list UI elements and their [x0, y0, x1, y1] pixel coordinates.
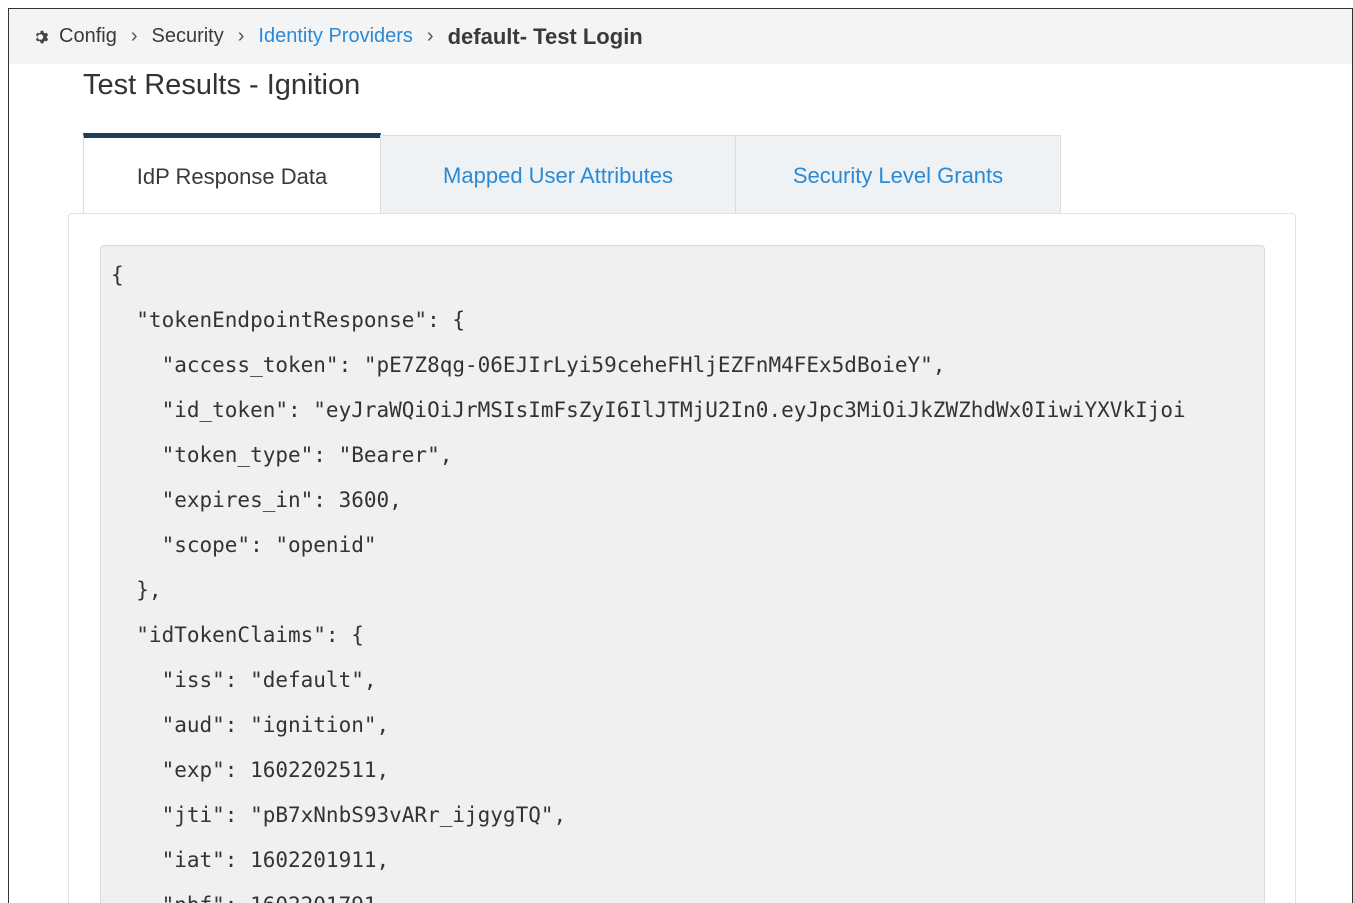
code-line: "scope": "openid": [111, 533, 377, 557]
code-line: "access_token": "pE7Z8qg-06EJIrLyi59cehe…: [111, 353, 946, 377]
code-line: {: [111, 263, 124, 287]
code-line: "aud": "ignition",: [111, 713, 390, 737]
code-line: },: [111, 578, 162, 602]
code-line: "id_token": "eyJraWQiOiJrMSIsImFsZyI6IlJ…: [111, 398, 1186, 422]
tab-mapped-user-attributes[interactable]: Mapped User Attributes: [380, 135, 736, 215]
chevron-right-icon: ›: [426, 25, 434, 47]
page-title: Test Results - Ignition: [83, 69, 361, 101]
gear-icon: [33, 28, 51, 46]
app-frame: Config › Security › Identity Providers ›…: [8, 8, 1353, 903]
code-line: "expires_in": 3600,: [111, 488, 402, 512]
code-line: "iat": 1602201911,: [111, 848, 390, 872]
code-line: "exp": 1602202511,: [111, 758, 390, 782]
code-line: "iss": "default",: [111, 668, 377, 692]
tab-security-level-grants[interactable]: Security Level Grants: [735, 135, 1061, 215]
tab-panel: { "tokenEndpointResponse": { "access_tok…: [68, 213, 1296, 903]
breadcrumb-current-bold: default: [447, 23, 520, 49]
breadcrumb: Config › Security › Identity Providers ›…: [9, 9, 1352, 64]
tab-bar: IdP Response Data Mapped User Attributes…: [83, 133, 1061, 215]
chevron-right-icon: ›: [237, 25, 245, 47]
tab-idp-response-data[interactable]: IdP Response Data: [83, 133, 381, 215]
breadcrumb-identity-providers[interactable]: Identity Providers: [258, 25, 413, 48]
code-line: "token_type": "Bearer",: [111, 443, 453, 467]
breadcrumb-config[interactable]: Config: [59, 25, 117, 48]
chevron-right-icon: ›: [130, 25, 138, 47]
breadcrumb-security[interactable]: Security: [151, 25, 223, 48]
code-line: "nbf": 1602201791,: [111, 892, 390, 903]
json-response-viewer: { "tokenEndpointResponse": { "access_tok…: [100, 245, 1265, 903]
code-line: "tokenEndpointResponse": {: [111, 308, 466, 332]
code-line: "jti": "pB7xNnbS93vARr_ijgygTQ",: [111, 803, 567, 827]
breadcrumb-current-rest: - Test Login: [519, 23, 643, 49]
code-line: "idTokenClaims": {: [111, 623, 364, 647]
